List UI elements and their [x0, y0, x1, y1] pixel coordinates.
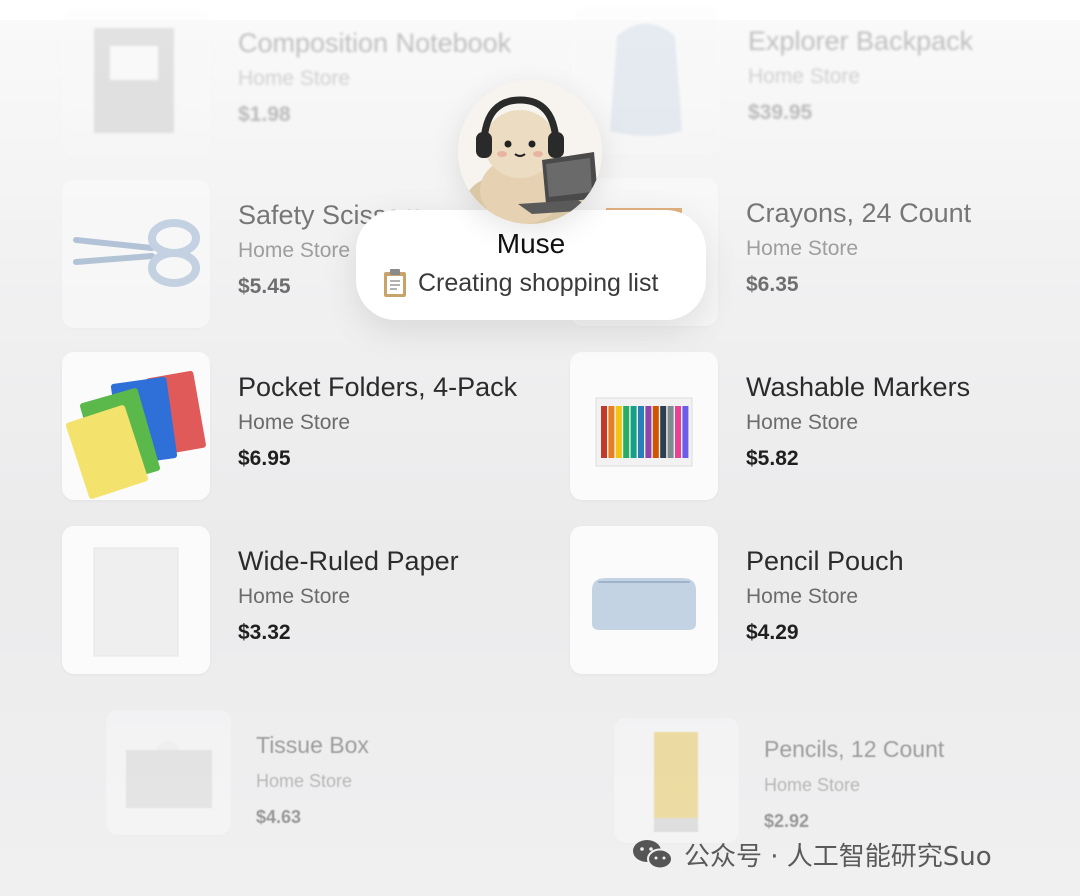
- product-card[interactable]: Tissue Box Home Store $4.63: [106, 710, 546, 860]
- product-image-notebook: [62, 8, 210, 156]
- product-image-pouch: [570, 526, 718, 674]
- product-name: Explorer Backpack: [748, 26, 974, 56]
- product-store: Home Store: [764, 775, 861, 795]
- marker-pen: [608, 406, 615, 458]
- product-name: Crayons, 24 Count: [746, 198, 972, 228]
- product-image-markers: [570, 352, 718, 500]
- watermark: 公众号 · 人工智能研究Suo: [632, 836, 992, 873]
- product-image-paper: [62, 526, 210, 674]
- product-store: Home Store: [238, 585, 351, 608]
- product-name: Pencil Pouch: [746, 546, 904, 576]
- plush-with-headphones-avatar: [458, 80, 602, 224]
- clipboard-icon: [382, 268, 408, 298]
- product-store: Home Store: [748, 65, 861, 88]
- product-price: $2.92: [764, 811, 810, 831]
- marker-pen: [630, 406, 637, 458]
- marker-pen: [667, 406, 674, 458]
- product-image-folders: [62, 352, 210, 500]
- agent-status-card: Muse Creating shopping list: [356, 210, 706, 320]
- product-image-pencils: [614, 718, 739, 843]
- product-price: $4.63: [256, 807, 302, 827]
- product-image-scissors: [62, 180, 210, 328]
- product-price: $3.32: [238, 621, 291, 644]
- product-name: Wide-Ruled Paper: [238, 546, 459, 576]
- marker-pen: [645, 406, 652, 458]
- product-card[interactable]: Pocket Folders, 4-Pack Home Store $6.95: [62, 352, 562, 502]
- watermark-text: 公众号 · 人工智能研究Suo: [684, 842, 992, 872]
- agent-status-text: Creating shopping list: [418, 268, 659, 297]
- product-store: Home Store: [256, 771, 353, 791]
- marker-pen: [660, 406, 667, 458]
- product-price: $39.95: [748, 101, 813, 124]
- product-name: Pencils, 12 Count: [764, 736, 945, 762]
- marker-pen: [652, 406, 659, 458]
- marker-pen: [623, 406, 630, 458]
- product-price: $4.29: [746, 621, 799, 644]
- product-name: Washable Markers: [746, 372, 971, 402]
- product-store: Home Store: [746, 237, 859, 260]
- product-name: Pocket Folders, 4-Pack: [238, 372, 518, 402]
- product-name: Tissue Box: [256, 732, 369, 758]
- agent-status-row: Creating shopping list: [382, 268, 692, 298]
- agent-avatar: [458, 80, 602, 224]
- product-price: $5.82: [746, 447, 799, 470]
- wechat-icon: [632, 838, 674, 872]
- marker-pen: [682, 406, 689, 458]
- agent-name: Muse: [496, 228, 566, 259]
- marker-pen: [675, 406, 681, 458]
- product-card[interactable]: Washable Markers Home Store $5.82: [570, 352, 1070, 502]
- marker-pen: [615, 406, 622, 458]
- marker-pen: [601, 406, 607, 458]
- marker-pen: [638, 406, 644, 458]
- product-card[interactable]: Pencil Pouch Home Store $4.29: [570, 526, 1070, 676]
- product-card[interactable]: Wide-Ruled Paper Home Store $3.32: [62, 526, 562, 676]
- product-store: Home Store: [238, 411, 351, 434]
- product-price: $6.35: [746, 273, 799, 296]
- product-image-tissue-box: [106, 710, 231, 835]
- product-store: Home Store: [746, 411, 859, 434]
- product-card[interactable]: Explorer Backpack Home Store $39.95: [572, 6, 1072, 156]
- product-store: Home Store: [746, 585, 859, 608]
- product-price: $6.95: [238, 447, 291, 470]
- product-name: Composition Notebook: [238, 28, 512, 58]
